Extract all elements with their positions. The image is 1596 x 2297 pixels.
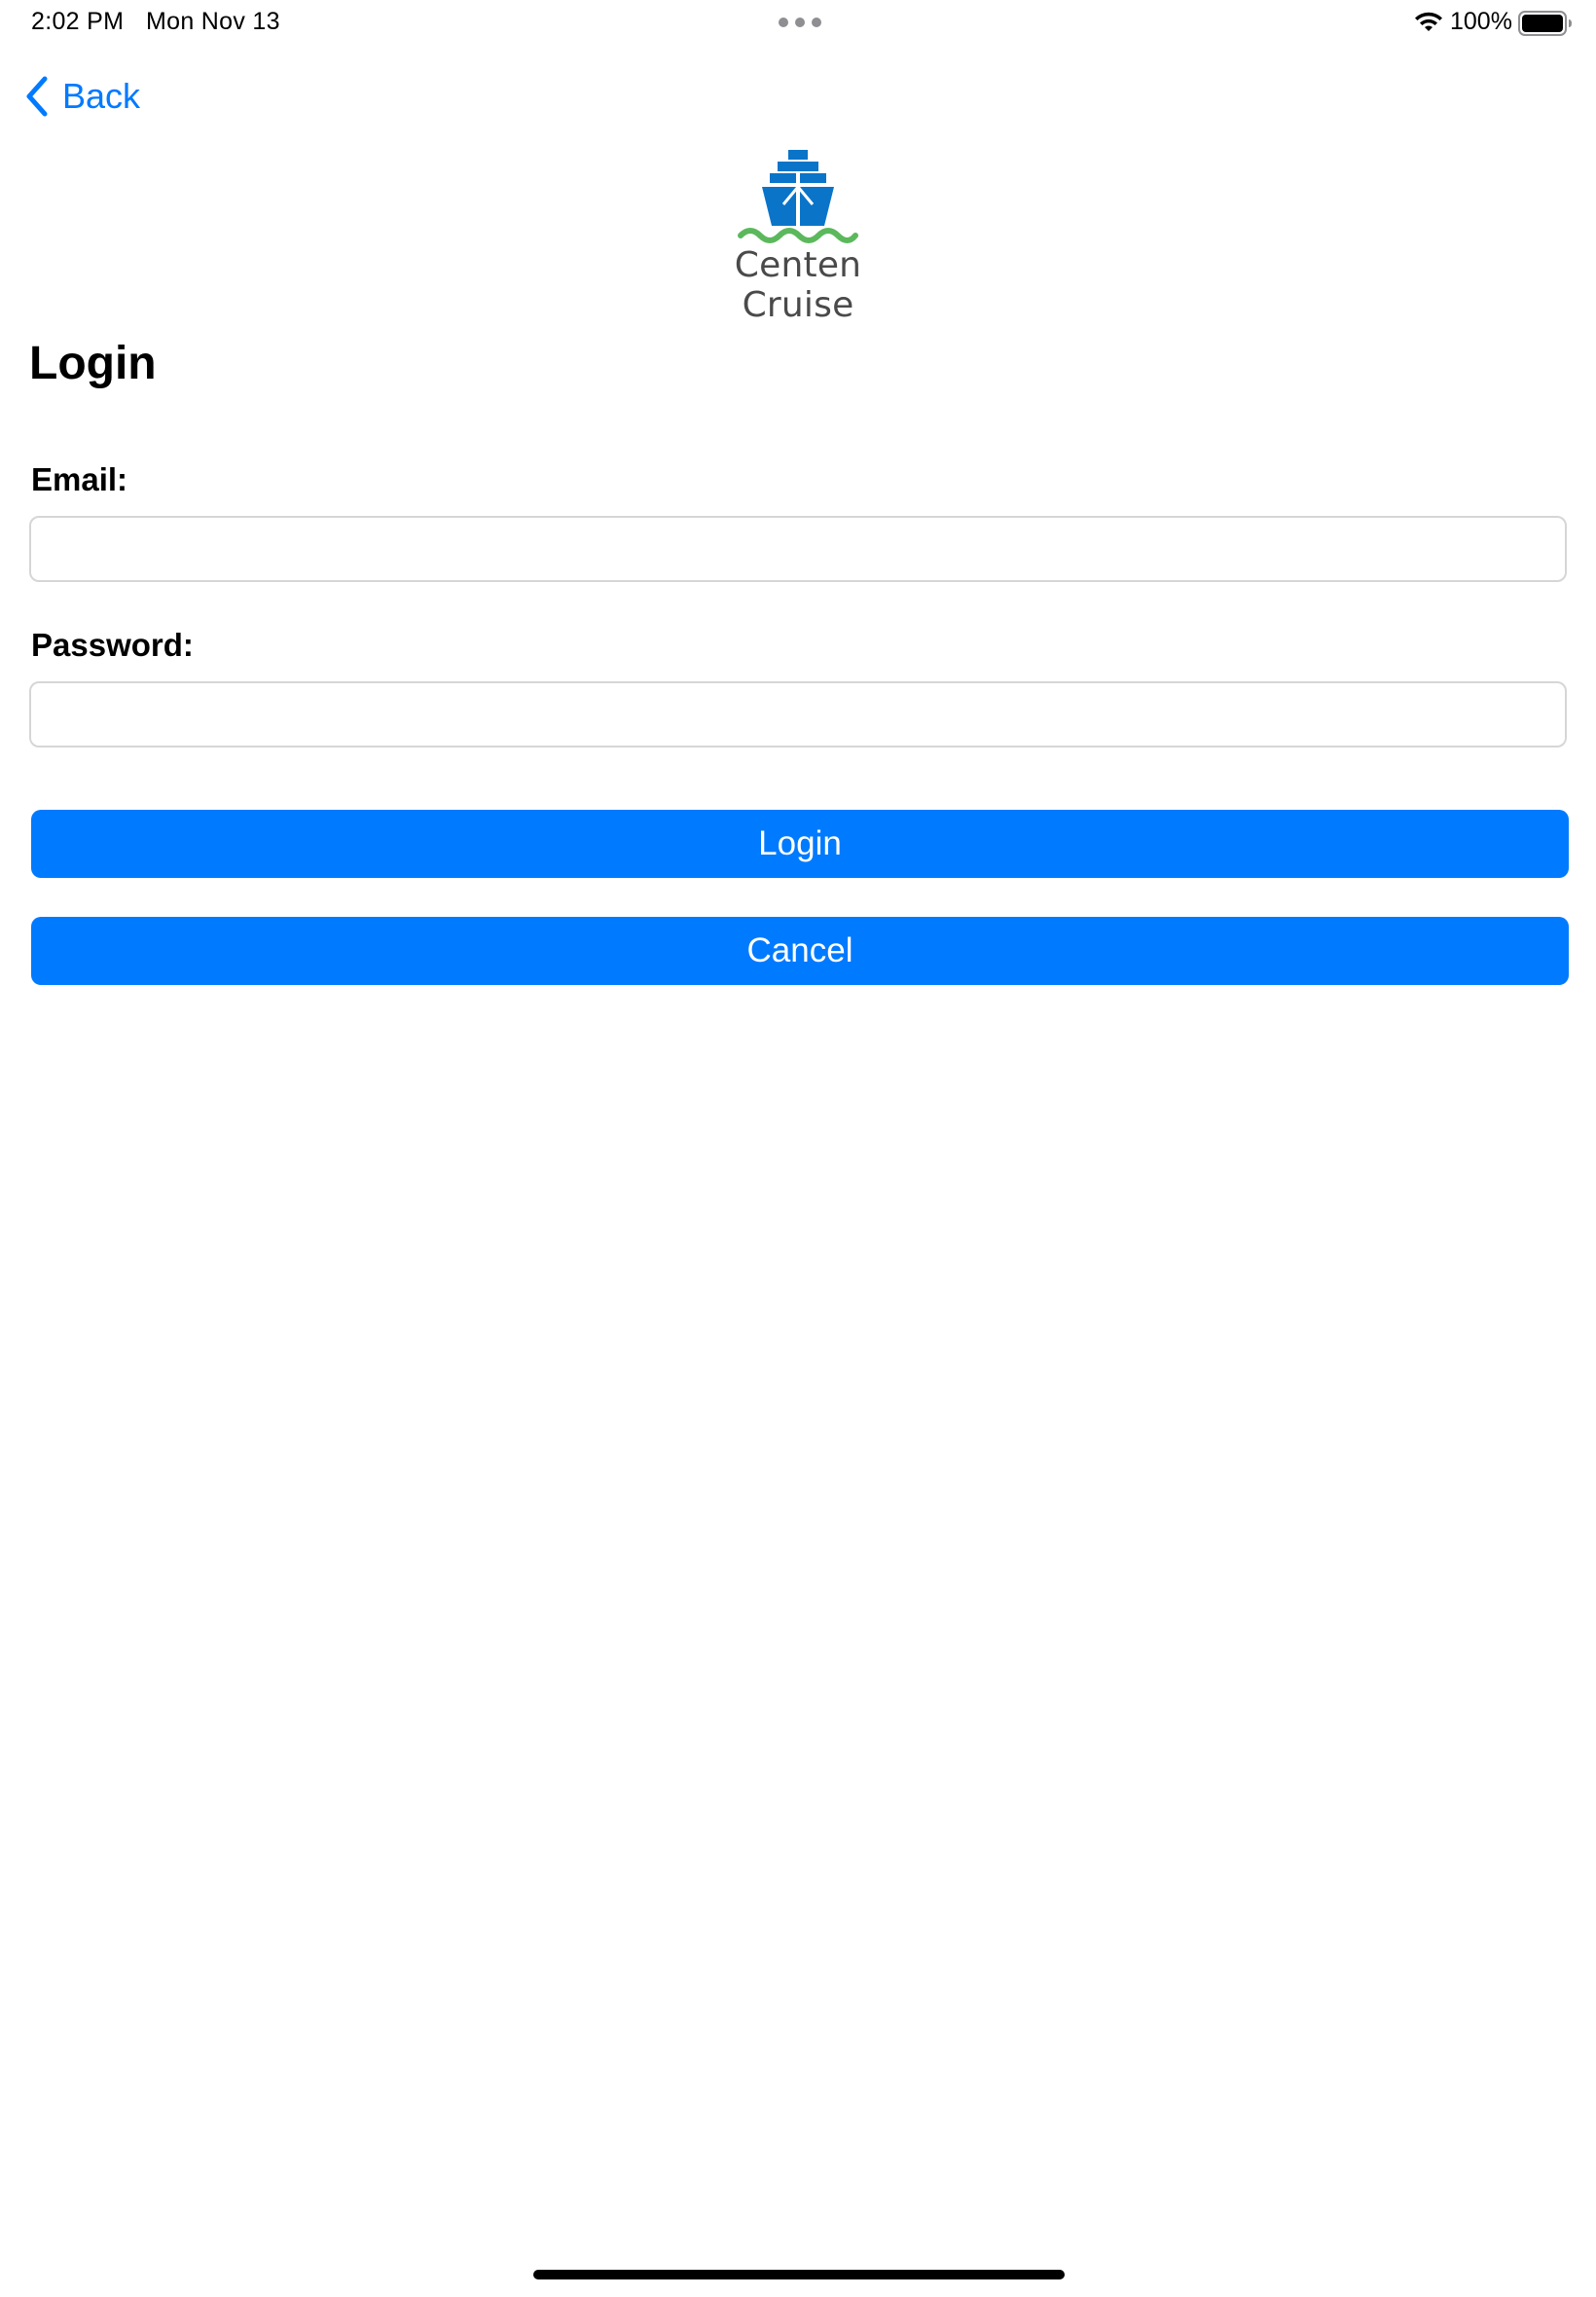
app-logo: Centen Cruise	[681, 148, 915, 325]
back-button[interactable]: Back	[23, 72, 140, 121]
status-bar: 2:02 PM Mon Nov 13 100%	[0, 0, 1596, 47]
home-indicator[interactable]	[533, 2270, 1065, 2279]
wifi-icon	[1415, 12, 1442, 31]
login-button[interactable]: Login	[31, 810, 1569, 878]
status-date: Mon Nov 13	[146, 8, 280, 35]
logo-text: Centen Cruise	[734, 245, 862, 325]
battery-icon	[1518, 11, 1572, 36]
password-field[interactable]	[29, 681, 1567, 747]
status-time: 2:02 PM	[31, 8, 125, 35]
multitask-dots-icon[interactable]	[779, 18, 821, 29]
cancel-button[interactable]: Cancel	[31, 917, 1569, 985]
ship-icon	[738, 150, 858, 243]
battery-percentage: 100%	[1450, 8, 1512, 35]
chevron-left-icon	[26, 76, 48, 117]
password-label: Password:	[31, 627, 194, 663]
back-label: Back	[62, 76, 141, 116]
email-field[interactable]	[29, 516, 1567, 582]
email-label: Email:	[31, 461, 128, 497]
page-title: Login	[29, 338, 157, 389]
